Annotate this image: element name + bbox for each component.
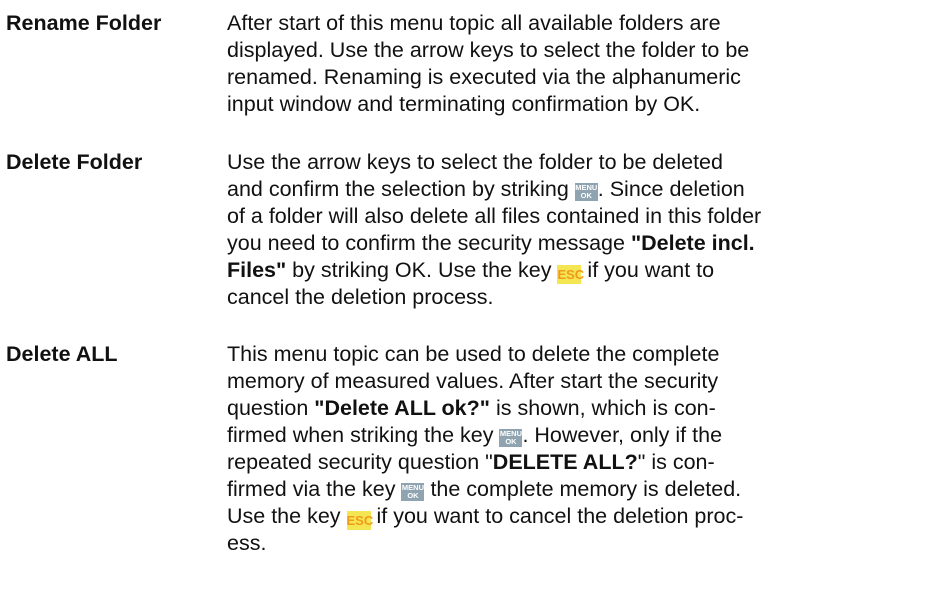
menu-ok-key-icon: MENU OK xyxy=(499,429,523,447)
description-line: firmed via the key MENU OK the complete m… xyxy=(227,477,742,501)
description-line: you need to confirm the security message… xyxy=(227,231,755,255)
description-line: After start of this menu topic all avail… xyxy=(227,11,721,35)
description-line: Files" by striking OK. Use the key ESC i… xyxy=(227,258,715,284)
description-line: question "Delete ALL ok?" is shown, whic… xyxy=(227,396,716,420)
description-line: firmed when striking the key MENU OK. How… xyxy=(227,423,723,447)
description-line: This menu topic can be used to delete th… xyxy=(227,342,720,366)
esc-key-icon: ESC xyxy=(557,265,585,284)
description-delete-folder: Use the arrow keys to select the folder … xyxy=(227,149,887,311)
term-rename-folder: Rename Folder xyxy=(6,11,162,35)
description-line: and confirm the selection by striking ME… xyxy=(227,177,745,201)
security-message-text: "Delete incl. xyxy=(630,231,755,255)
term-delete-all: Delete ALL xyxy=(6,342,118,366)
description-line: displayed. Use the arrow keys to select … xyxy=(227,38,750,62)
description-line: Use the arrow keys to select the folder … xyxy=(227,150,723,174)
menu-ok-key-icon: MENU OK xyxy=(401,483,425,501)
menu-ok-key-icon: MENU OK xyxy=(574,183,598,201)
description-line: of a folder will also delete all files c… xyxy=(227,204,762,228)
term-delete-folder: Delete Folder xyxy=(6,150,143,174)
description-rename-folder: After start of this menu topic all avail… xyxy=(227,10,887,118)
description-line: ess. xyxy=(227,531,267,555)
description-line: memory of measured values. After start t… xyxy=(227,369,719,393)
security-question-text: "Delete ALL ok?" xyxy=(314,396,490,420)
description-delete-all: This menu topic can be used to delete th… xyxy=(227,341,887,557)
description-line: repeated security question "DELETE ALL?"… xyxy=(227,450,715,474)
description-line: Use the key ESC if you want to cancel th… xyxy=(227,504,744,530)
esc-key-icon: ESC xyxy=(346,511,374,530)
security-question-text: DELETE ALL? xyxy=(492,450,638,474)
security-message-text: Files" xyxy=(227,258,287,282)
description-line: input window and terminating confirmatio… xyxy=(227,92,701,116)
description-line: renamed. Renaming is executed via the al… xyxy=(227,65,741,89)
description-line: cancel the deletion process. xyxy=(227,285,494,309)
